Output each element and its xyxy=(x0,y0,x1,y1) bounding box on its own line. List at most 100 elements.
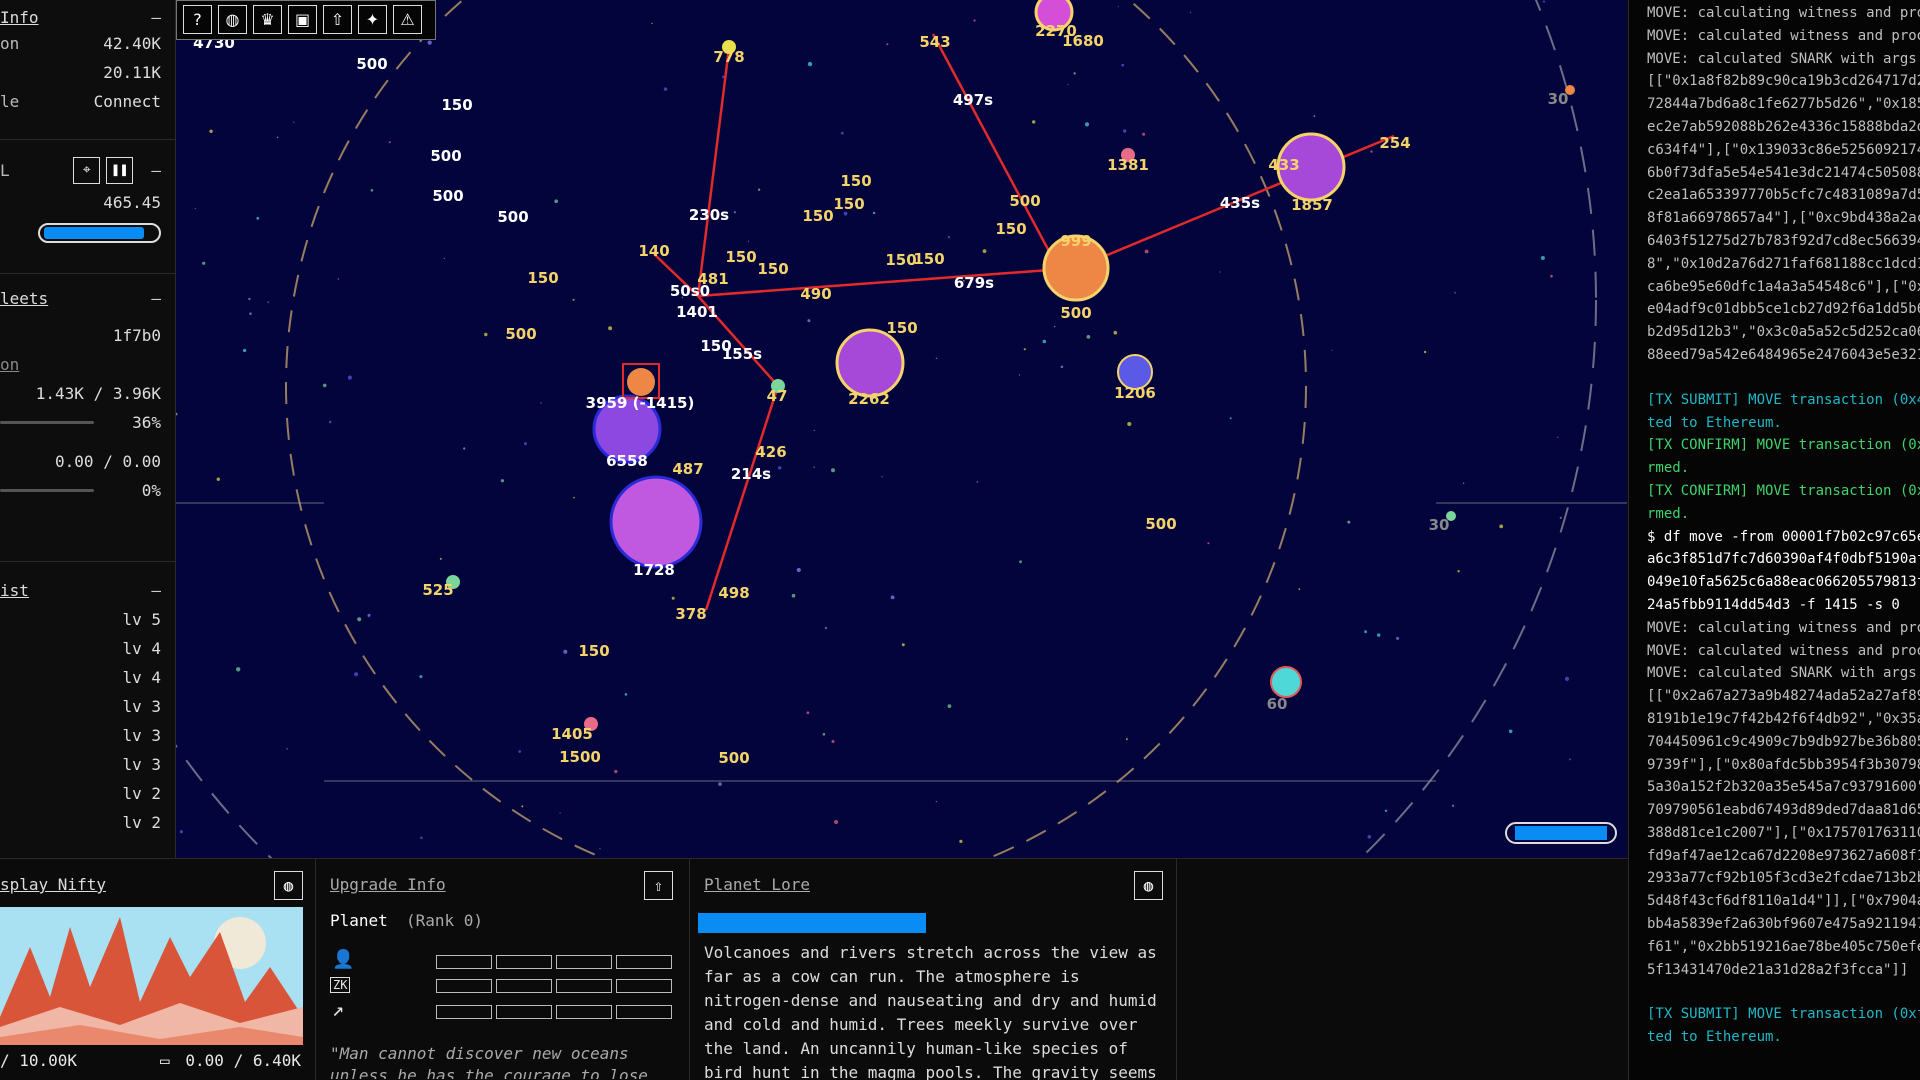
star xyxy=(249,312,252,316)
map-label: 6558 xyxy=(606,452,648,470)
upgrade-icon[interactable]: ⇧ xyxy=(644,871,673,900)
star xyxy=(540,402,542,404)
planet-list-item[interactable]: lv 2 xyxy=(0,779,175,808)
save-icon[interactable]: ▣ xyxy=(288,5,317,34)
collapse-icon[interactable]: – xyxy=(151,289,161,308)
planet-list-title[interactable]: ist xyxy=(0,581,29,600)
upload-icon[interactable]: ⇧ xyxy=(323,5,352,34)
log-line: 72844a7bd6a8c1fe6277b5d26","0x185c xyxy=(1647,96,1920,113)
star xyxy=(1347,520,1351,524)
planet-icon[interactable]: ◍ xyxy=(218,5,247,34)
fleet-id: 1f7b0 xyxy=(112,326,161,345)
star xyxy=(778,466,782,470)
galaxy-map[interactable]: 4730 500 150 500 500 500 778 543 2270 1680 497s 138… xyxy=(176,0,1627,858)
planet-icon[interactable]: ◍ xyxy=(1134,871,1163,900)
planet-list-item[interactable]: lv 3 xyxy=(0,750,175,779)
connect-button[interactable]: Connect xyxy=(94,92,161,111)
pause-icon[interactable]: ❚❚ xyxy=(106,156,134,184)
target-icon[interactable]: ⌖ xyxy=(73,156,101,184)
collapse-icon[interactable]: – xyxy=(151,581,161,600)
star xyxy=(524,442,527,446)
star xyxy=(1127,421,1132,427)
lore-progress-bar xyxy=(698,913,926,933)
fleets-section: leets – 1f7b0 on 1.43K / 3.96K 36% 0.00 /… xyxy=(0,274,175,562)
star xyxy=(1559,516,1562,519)
log-line: MOVE: calculated witness and proof xyxy=(1647,642,1920,659)
log-line: rmed. xyxy=(1647,460,1690,477)
planet-level: lv 4 xyxy=(122,639,161,658)
star xyxy=(1042,339,1047,344)
log-line: f61","0x2bb519216ae78be405c750efe0 xyxy=(1647,938,1920,955)
map-label: 1206 xyxy=(1114,384,1156,402)
star xyxy=(1125,738,1128,741)
map-label: 999 xyxy=(1060,232,1091,250)
map-label: 47 xyxy=(767,387,788,405)
star xyxy=(718,782,722,786)
upgrade-bar-speed xyxy=(436,979,672,993)
star xyxy=(807,319,811,323)
warning-icon[interactable]: ⚠ xyxy=(393,5,422,34)
background-stars xyxy=(176,0,1572,850)
zoom-slider[interactable] xyxy=(1505,822,1617,844)
planet-label: Planet xyxy=(330,911,388,930)
planet-list-item[interactable]: lv 5 xyxy=(0,605,175,634)
nifty-title[interactable]: splay Nifty xyxy=(0,875,106,894)
map-label: 150 xyxy=(527,269,558,287)
upgrade-bar-defense xyxy=(436,1005,672,1019)
star xyxy=(624,693,628,696)
star xyxy=(671,596,675,600)
lore-text: Volcanoes and rivers stretch across the … xyxy=(704,943,1157,1080)
star xyxy=(1144,249,1149,254)
star xyxy=(354,672,359,677)
energy-value: 465.45 xyxy=(103,193,161,212)
star xyxy=(518,750,522,753)
twitter-icon[interactable]: ✦ xyxy=(358,5,387,34)
log-line: b2d95d12b3","0x3c0a5a52c5d252ca068 xyxy=(1647,324,1920,341)
planet-list-item[interactable]: lv 4 xyxy=(0,663,175,692)
map-label: 60 xyxy=(1267,695,1288,713)
map-label: 500 xyxy=(356,55,387,73)
help-icon[interactable]: ? xyxy=(183,5,212,34)
collapse-icon[interactable]: – xyxy=(151,161,161,180)
lore-title[interactable]: Planet Lore xyxy=(704,875,810,894)
star xyxy=(599,848,601,850)
planet-icon[interactable]: ◍ xyxy=(274,871,303,900)
fleet-link[interactable]: on xyxy=(0,355,19,374)
planet-list-item[interactable]: lv 4 xyxy=(0,634,175,663)
map-label: 150 xyxy=(840,172,871,190)
star xyxy=(1367,835,1372,839)
map-label: 214s xyxy=(731,465,771,483)
star xyxy=(337,278,340,280)
energy-slider[interactable] xyxy=(38,223,161,243)
nifty-pane: splay Nifty ◍ / 10.00K ▭ 0.00 / 6.40K xyxy=(0,858,316,1080)
star xyxy=(1462,482,1465,484)
log-line: $ df move -from 00001f7b02c97c65ec xyxy=(1647,528,1920,545)
map-label: 150 xyxy=(578,642,609,660)
planet-level: lv 3 xyxy=(122,726,161,745)
log-line: [TX SUBMIT] MOVE transaction (0xf7 xyxy=(1647,1006,1920,1023)
star xyxy=(202,261,206,265)
planet-list-item[interactable]: lv 2 xyxy=(0,808,175,837)
planet-list-item[interactable]: lv 3 xyxy=(0,692,175,721)
star xyxy=(443,257,445,259)
fleets-title[interactable]: leets xyxy=(0,289,48,308)
log-line: ec2e7ab592088b262e4336c15888bda2dc xyxy=(1647,118,1920,135)
trophy-icon[interactable]: ♛ xyxy=(253,5,282,34)
planets[interactable] xyxy=(446,0,1575,731)
star xyxy=(236,667,241,672)
star xyxy=(807,61,813,67)
info-title[interactable]: Info xyxy=(0,8,39,27)
log-line: [["0x1a8f82b89c90ca19b3cd264717d23 xyxy=(1647,73,1920,90)
planet-list-item[interactable]: lv 3 xyxy=(0,721,175,750)
map-label: 1728 xyxy=(633,561,675,579)
upgrade-title[interactable]: Upgrade Info xyxy=(330,875,446,894)
terminal-log[interactable]: MOVE: calculating witness and pro MOVE: c… xyxy=(1628,0,1920,1080)
star xyxy=(1396,636,1400,640)
map-label: 433 xyxy=(1268,156,1299,174)
map-label: 500 xyxy=(1060,304,1091,322)
map-label: 490 xyxy=(800,285,831,303)
collapse-icon[interactable]: – xyxy=(151,8,161,27)
star xyxy=(194,207,197,210)
star xyxy=(959,839,963,844)
upgrade-bar-range xyxy=(436,955,672,969)
